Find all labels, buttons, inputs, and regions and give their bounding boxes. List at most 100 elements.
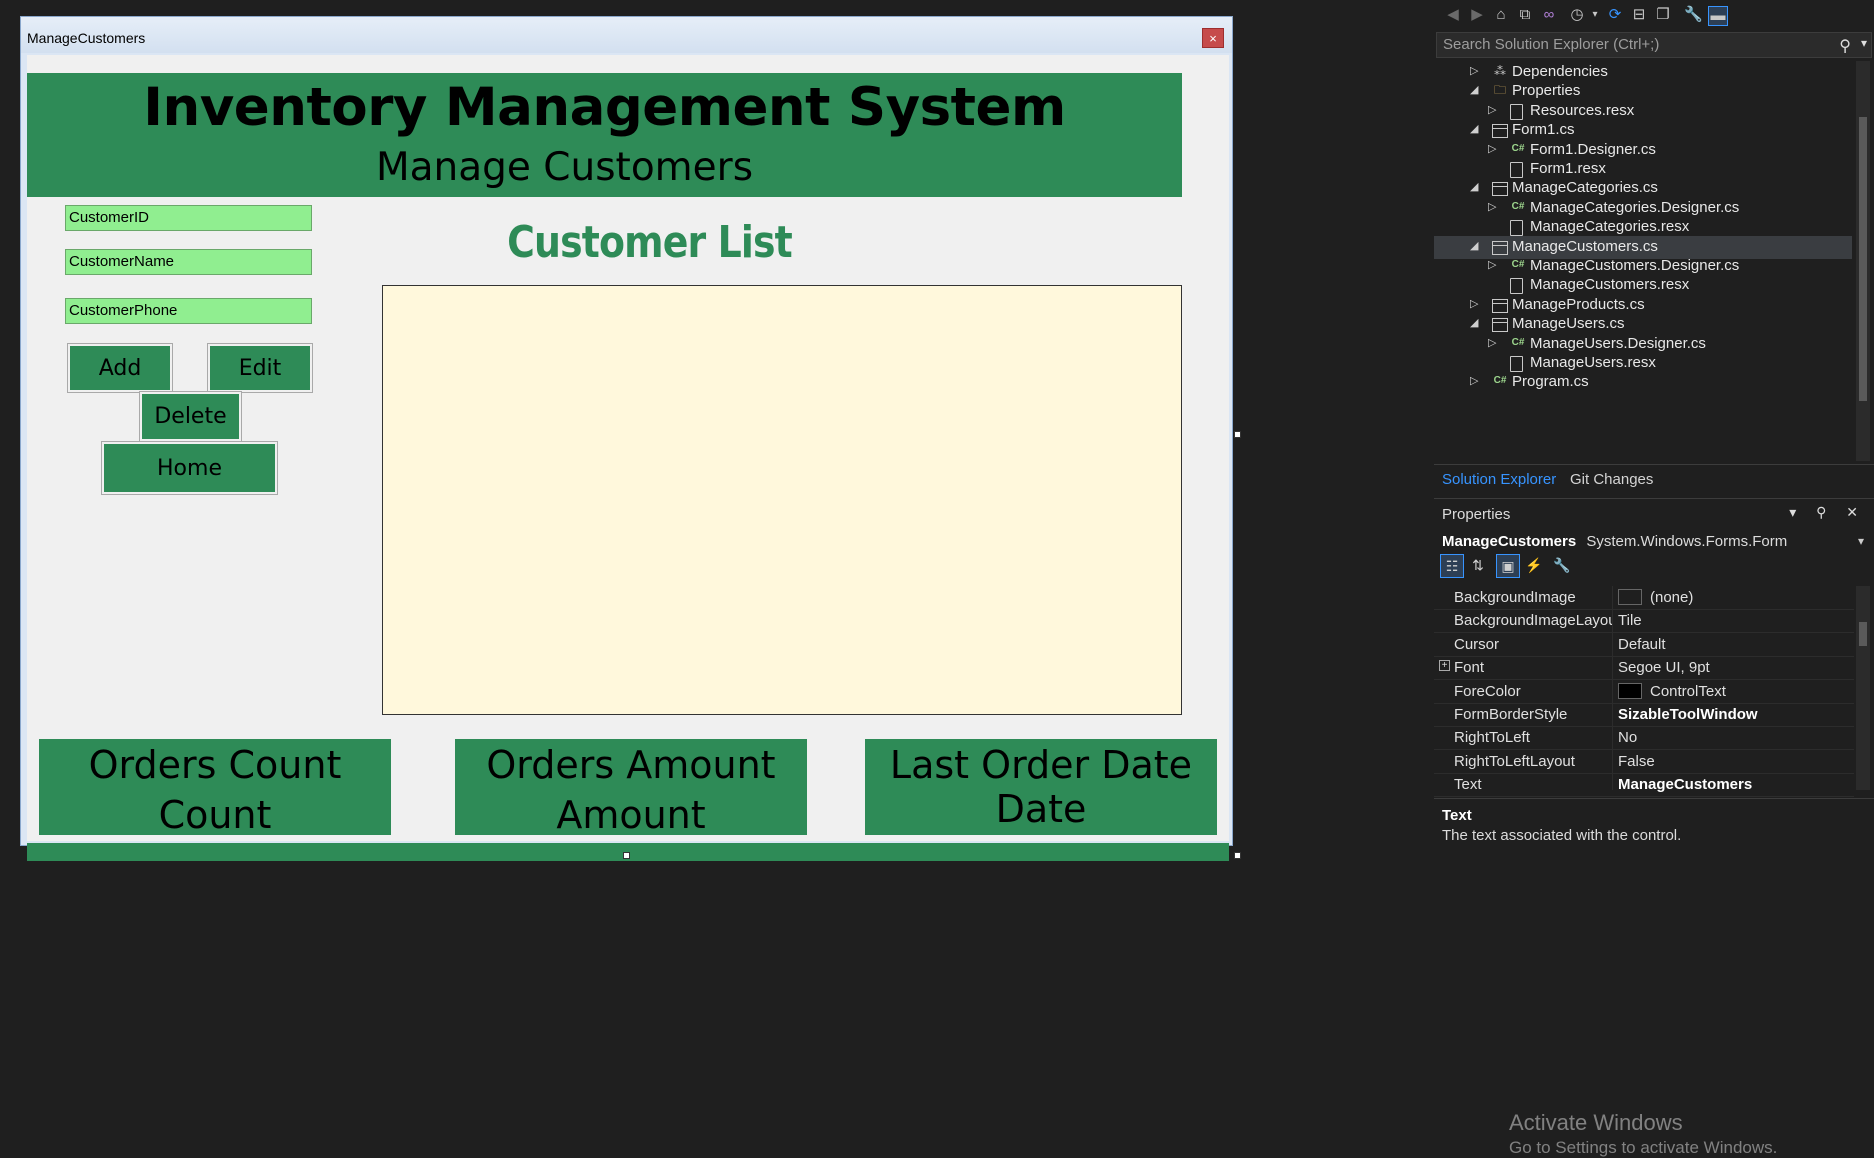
switch-views-icon[interactable]: ⧉ bbox=[1516, 6, 1534, 24]
app-title: Inventory Management System bbox=[143, 77, 1066, 138]
tree-item-label: ManageCategories.cs bbox=[1512, 179, 1658, 197]
scrollbar-thumb[interactable] bbox=[1859, 622, 1867, 646]
collapsed-arrow-icon[interactable]: ▷ bbox=[1470, 64, 1478, 77]
tree-item-label: ManageCategories.Designer.cs bbox=[1530, 198, 1740, 216]
expanded-arrow-icon[interactable]: ◢ bbox=[1470, 83, 1478, 96]
expand-plus-icon[interactable]: + bbox=[1439, 660, 1450, 672]
expanded-arrow-icon[interactable]: ◢ bbox=[1470, 122, 1478, 135]
properties-panel: Properties ▾ ⚲ ✕ ManageCustomers System.… bbox=[1434, 498, 1874, 1157]
property-row[interactable]: RightToLeft No bbox=[1434, 726, 1854, 751]
history-dropdown-icon[interactable]: ▾ bbox=[1586, 6, 1604, 24]
collapsed-arrow-icon[interactable]: ▷ bbox=[1488, 336, 1496, 349]
property-value[interactable]: SizableToolWindow bbox=[1618, 706, 1758, 723]
property-row[interactable]: ForeColor ControlText bbox=[1434, 680, 1854, 704]
resize-handle-bottom[interactable] bbox=[623, 852, 630, 859]
property-value[interactable]: False bbox=[1618, 753, 1655, 770]
chevron-down-icon[interactable]: ▾ bbox=[1858, 534, 1864, 548]
property-row[interactable]: Text ManageCustomers bbox=[1434, 773, 1854, 798]
edit-button[interactable]: Edit bbox=[207, 343, 313, 393]
solution-explorer-scrollbar[interactable] bbox=[1856, 61, 1870, 461]
tab-solution-explorer[interactable]: Solution Explorer bbox=[1442, 471, 1556, 488]
property-grid-divider[interactable] bbox=[1612, 586, 1613, 790]
collapsed-arrow-icon[interactable]: ▷ bbox=[1488, 142, 1496, 155]
expanded-arrow-icon[interactable]: ◢ bbox=[1470, 239, 1478, 252]
vs-code-icon[interactable]: ∞ bbox=[1540, 6, 1558, 24]
property-name: RightToLeft bbox=[1454, 729, 1530, 747]
property-value[interactable]: Segoe UI, 9pt bbox=[1618, 659, 1710, 676]
collapsed-arrow-icon[interactable]: ▷ bbox=[1488, 103, 1496, 116]
form-designer-surface[interactable]: ManageCustomers × Inventory Management S… bbox=[0, 0, 1434, 864]
property-row[interactable]: RightToLeftLayout False bbox=[1434, 750, 1854, 774]
home-button-label: Home bbox=[104, 444, 275, 492]
back-icon[interactable]: ◀ bbox=[1444, 6, 1462, 24]
properties-view-icon[interactable]: ▣ bbox=[1496, 554, 1520, 578]
designer-form-window[interactable]: ManageCustomers × Inventory Management S… bbox=[20, 16, 1233, 861]
history-icon[interactable]: ◷ bbox=[1568, 6, 1586, 24]
collapsed-arrow-icon[interactable]: ▷ bbox=[1488, 258, 1496, 271]
orders-amount-value: Amount bbox=[556, 793, 706, 837]
tree-item[interactable]: ▷ C# Program.cs bbox=[1434, 371, 1852, 394]
color-swatch bbox=[1618, 682, 1642, 699]
property-value[interactable]: ManageCustomers bbox=[1618, 776, 1752, 793]
collapse-all-icon[interactable]: ⊟ bbox=[1630, 6, 1648, 24]
property-row[interactable]: Cursor Default bbox=[1434, 633, 1854, 657]
show-all-files-icon[interactable]: ❐ bbox=[1654, 6, 1672, 24]
customer-list-title: Customer List bbox=[507, 217, 793, 268]
property-row[interactable]: BackgroundImage (none) bbox=[1434, 586, 1854, 610]
customer-phone-field[interactable]: CustomerPhone bbox=[65, 298, 312, 324]
tree-item-label: Form1.Designer.cs bbox=[1530, 140, 1656, 158]
expanded-arrow-icon[interactable]: ◢ bbox=[1470, 180, 1478, 193]
add-button[interactable]: Add bbox=[67, 343, 173, 393]
delete-button[interactable]: Delete bbox=[139, 391, 242, 442]
property-pages-icon[interactable]: 🔧 bbox=[1550, 554, 1574, 578]
property-row[interactable]: BackgroundImageLayout Tile bbox=[1434, 609, 1854, 634]
customer-data-grid[interactable] bbox=[382, 285, 1182, 715]
customer-id-field[interactable]: CustomerID bbox=[65, 205, 312, 231]
property-value[interactable]: Default bbox=[1618, 636, 1666, 653]
form-title-bar[interactable]: ManageCustomers × bbox=[21, 17, 1232, 53]
panel-window-controls[interactable]: ▾ ⚲ ✕ bbox=[1789, 504, 1866, 521]
tree-item-label: Resources.resx bbox=[1530, 101, 1635, 119]
preview-selected-icon[interactable]: ▬ bbox=[1708, 6, 1728, 26]
collapsed-arrow-icon[interactable]: ▷ bbox=[1470, 374, 1478, 387]
search-icon[interactable]: ⚲ bbox=[1839, 36, 1851, 56]
property-grid-scrollbar[interactable] bbox=[1856, 586, 1870, 790]
property-row[interactable]: FormBorderStyle SizableToolWindow bbox=[1434, 703, 1854, 727]
expanded-arrow-icon[interactable]: ◢ bbox=[1470, 316, 1478, 329]
collapsed-arrow-icon[interactable]: ▷ bbox=[1488, 200, 1496, 213]
properties-object-selector[interactable]: ManageCustomers System.Windows.Forms.For… bbox=[1442, 533, 1787, 550]
tab-git-changes[interactable]: Git Changes bbox=[1570, 471, 1653, 488]
alphabetical-icon[interactable]: ⇅ bbox=[1466, 554, 1490, 578]
property-value[interactable]: (none) bbox=[1650, 589, 1693, 606]
last-order-date-label: Last Order Date bbox=[889, 743, 1193, 787]
solution-explorer-toolbar: ◀ ▶ ⌂ ⧉ ∞ ◷ ▾ ⟳ ⊟ ❐ 🔧 ▬ bbox=[1434, 0, 1874, 30]
home-button[interactable]: Home bbox=[101, 441, 278, 495]
refresh-icon[interactable]: ⟳ bbox=[1606, 6, 1624, 24]
form-close-button[interactable]: × bbox=[1202, 28, 1224, 48]
events-icon[interactable]: ⚡ bbox=[1522, 554, 1546, 578]
categorized-icon[interactable]: ☷ bbox=[1440, 554, 1464, 578]
property-value[interactable]: Tile bbox=[1618, 612, 1642, 629]
scrollbar-thumb[interactable] bbox=[1859, 117, 1867, 401]
tree-item-label: Form1.resx bbox=[1530, 160, 1606, 177]
collapsed-arrow-icon[interactable]: ▷ bbox=[1470, 297, 1478, 310]
customer-name-field[interactable]: CustomerName bbox=[65, 249, 312, 275]
resize-handle-corner[interactable] bbox=[1234, 852, 1241, 859]
chevron-down-icon[interactable]: ▾ bbox=[1861, 36, 1867, 50]
add-button-label: Add bbox=[70, 346, 170, 390]
form-icon bbox=[1492, 240, 1508, 255]
solution-explorer-panel: ◀ ▶ ⌂ ⧉ ∞ ◷ ▾ ⟳ ⊟ ❐ 🔧 ▬ Search Solution … bbox=[1434, 0, 1874, 500]
home-icon[interactable]: ⌂ bbox=[1492, 6, 1510, 24]
csharp-icon: C# bbox=[1511, 200, 1525, 212]
property-value[interactable]: ControlText bbox=[1650, 683, 1726, 700]
tree-item-label: ManageCustomers.resx bbox=[1530, 276, 1690, 294]
property-value[interactable]: No bbox=[1618, 729, 1637, 746]
orders-count-label: Orders Count bbox=[88, 743, 342, 787]
property-name: ForeColor bbox=[1454, 682, 1521, 700]
edit-button-label: Edit bbox=[210, 346, 310, 390]
properties-wrench-icon[interactable]: 🔧 bbox=[1684, 6, 1703, 24]
property-row[interactable]: + Font Segoe UI, 9pt bbox=[1434, 656, 1854, 681]
solution-explorer-search[interactable]: Search Solution Explorer (Ctrl+;) ⚲ ▾ bbox=[1436, 32, 1872, 58]
forward-icon[interactable]: ▶ bbox=[1468, 6, 1486, 24]
resize-handle-right[interactable] bbox=[1234, 431, 1241, 438]
